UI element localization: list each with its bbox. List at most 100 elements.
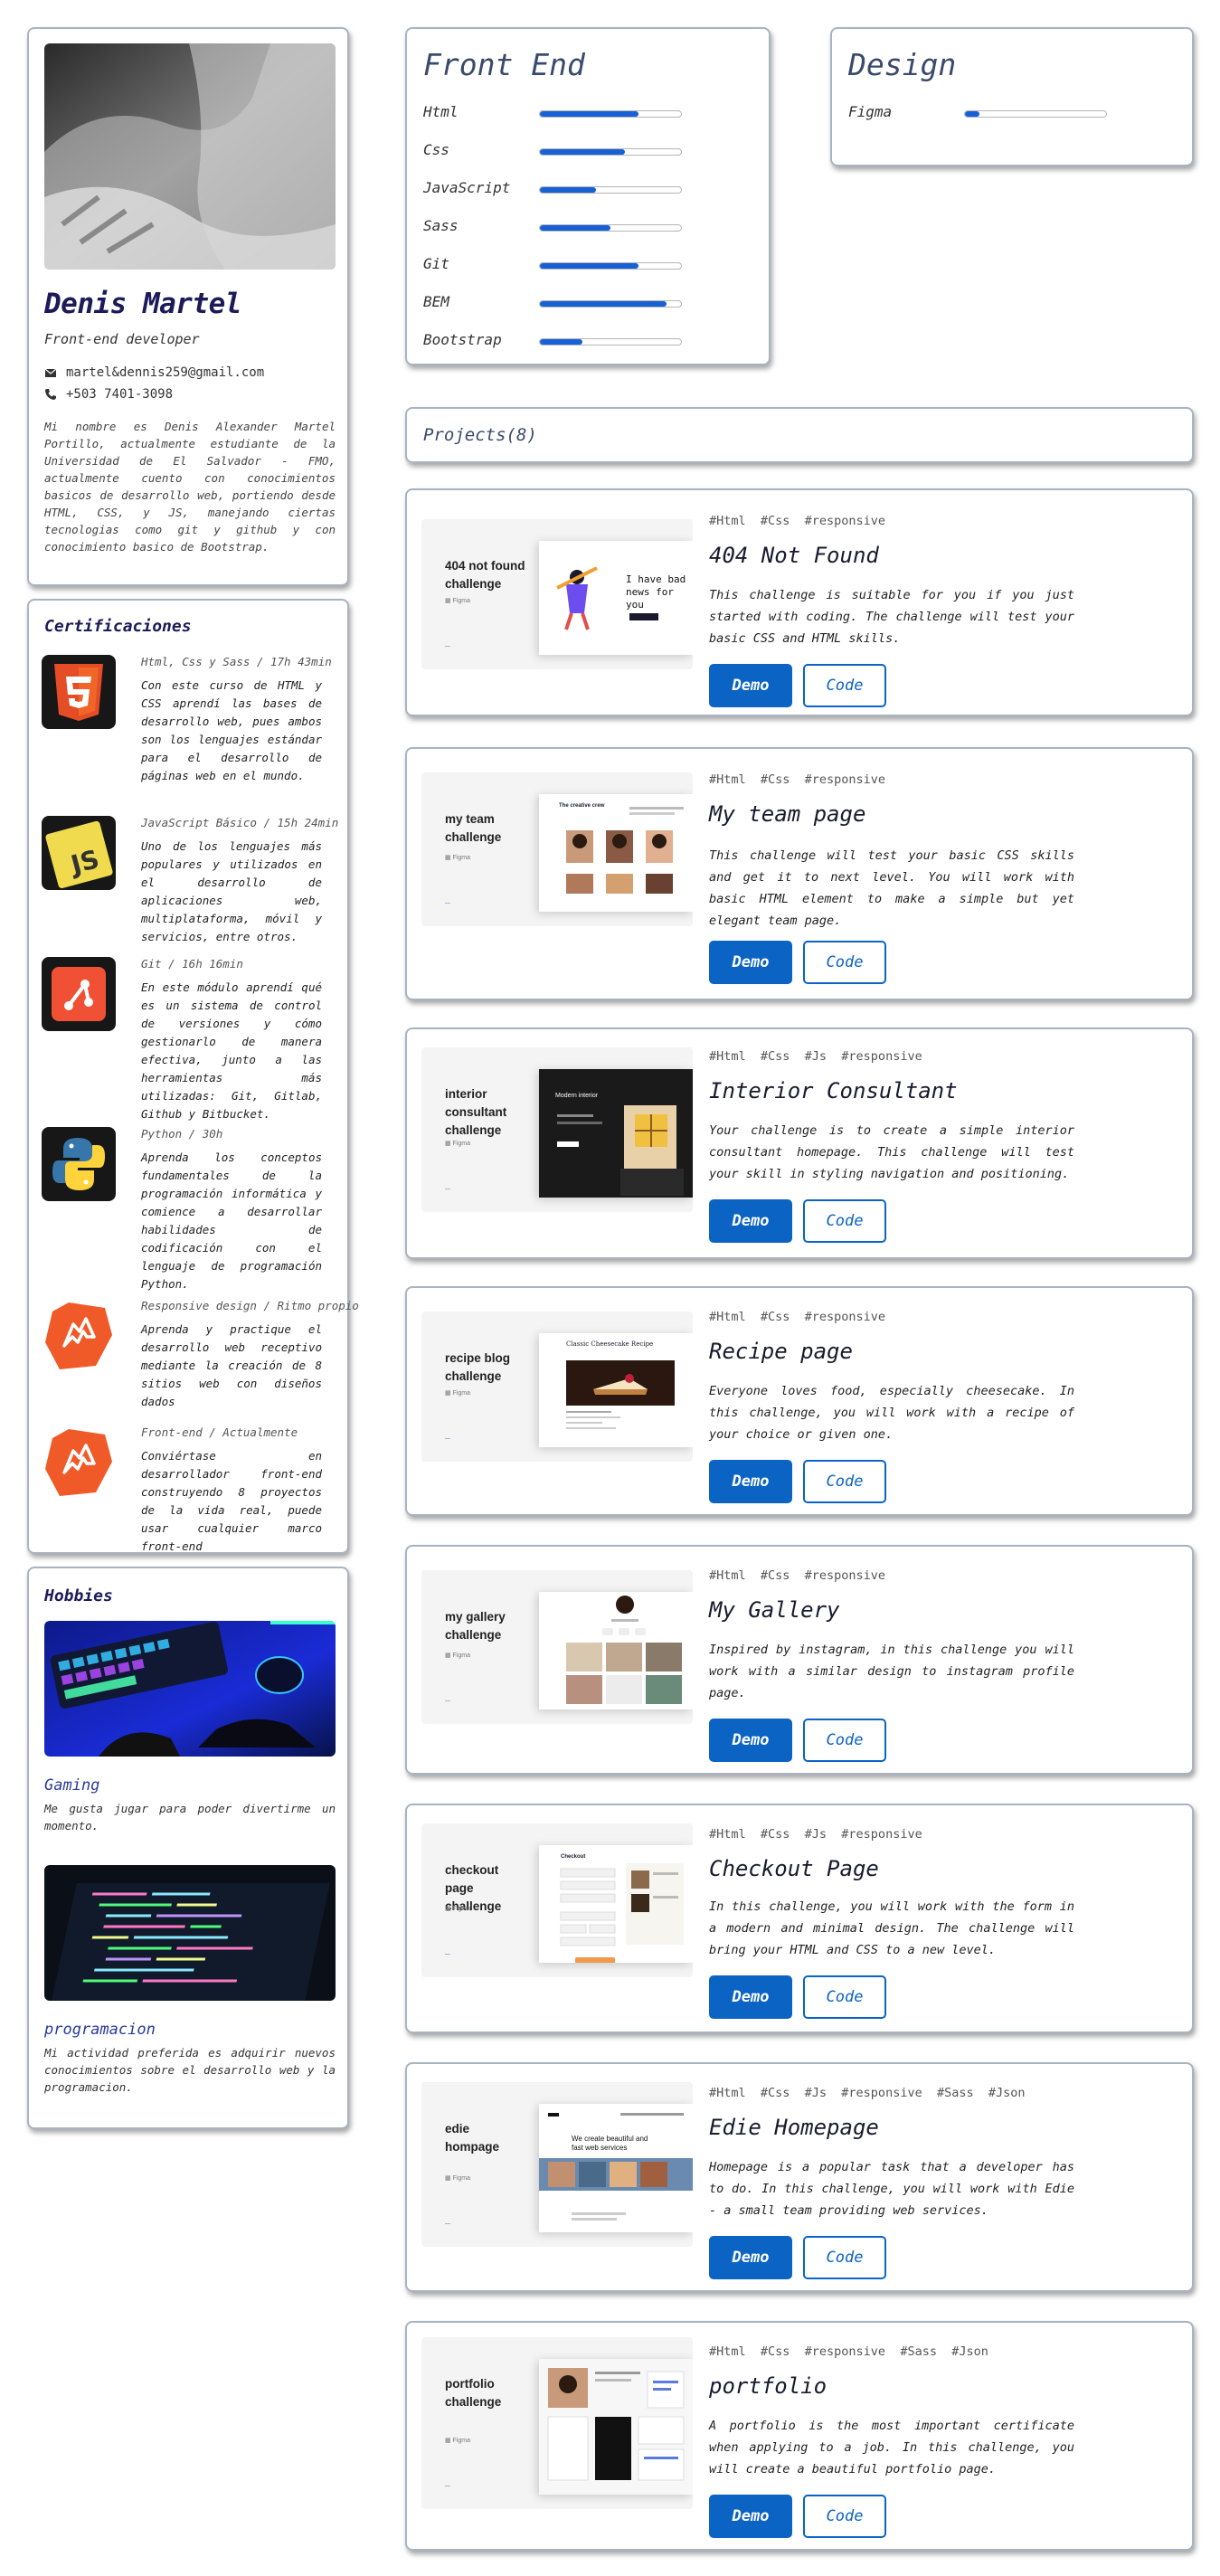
figma-icon: ▦ Figma <box>445 1653 471 1659</box>
certifications-card: Certificaciones Html, Css y Sass / 17h 4… <box>27 599 359 1554</box>
phone-row: +503 7401-3098 <box>44 387 173 402</box>
skill-progress-bar <box>539 224 682 232</box>
cert-item: Git / 16h 16min En este módulo aprendí q… <box>42 957 340 1121</box>
thumbnail-footer: — <box>445 1436 450 1442</box>
freecodecamp-icon <box>45 1429 112 1496</box>
project-title: Checkout Page <box>709 1856 879 1881</box>
project-card: 404 not found challenge ▦ Figma — I have ba… <box>405 488 1194 716</box>
design-title: Design <box>848 47 957 82</box>
certifications-title: Certificaciones <box>44 617 192 636</box>
skill-progress-fill <box>540 187 597 193</box>
skill-progress-fill <box>540 339 582 345</box>
thumbnail-label: edie hompage <box>445 2122 500 2154</box>
shot-caption: I have bad news for you <box>626 573 686 611</box>
code-button[interactable]: Code <box>803 2495 886 2538</box>
hobbies-card: Hobbies Gaming Me gusta jugar para poder… <box>27 1567 349 2129</box>
figma-icon: ▦ Figma <box>445 1390 471 1397</box>
skill-progress-bar <box>539 300 682 308</box>
project-title: 404 Not Found <box>709 543 879 568</box>
project-description: Homepage is a popular task that a develo… <box>709 2160 1074 2218</box>
profile-email[interactable]: martel&dennis259@gmail.com <box>66 365 264 380</box>
skill-progress-bar <box>539 262 682 270</box>
figma-icon: ▦ Figma <box>445 1906 471 1912</box>
demo-button[interactable]: Demo <box>709 1460 792 1503</box>
project-screenshot: Checkout <box>539 1845 693 1963</box>
project-screenshot: We create beautiful and fast web service… <box>539 2104 693 2232</box>
code-button[interactable]: Code <box>803 1975 886 2019</box>
skill-row-javascript: JavaScript <box>423 179 758 199</box>
code-button[interactable]: Code <box>803 941 886 984</box>
shot-caption: Checkout <box>561 1854 586 1860</box>
demo-button[interactable]: Demo <box>709 2236 792 2279</box>
skill-progress-fill <box>540 225 610 231</box>
demo-button[interactable]: Demo <box>709 1975 792 2019</box>
thumbnail-label: recipe blog challenge <box>445 1351 511 1383</box>
profile-name: Denis Martel <box>44 288 241 320</box>
project-title: Recipe page <box>709 1339 853 1364</box>
skill-row-bem: BEM <box>423 293 758 313</box>
project-title: portfolio <box>709 2373 828 2399</box>
thumbnail-footer: — <box>445 1952 450 1957</box>
skill-row-figma: Figma <box>848 103 1183 123</box>
project-thumbnail: recipe blog challenge ▦ Figma — Classic Che… <box>421 1312 693 1462</box>
skill-name: BEM <box>423 293 449 310</box>
skill-row-sass: Sass <box>423 217 758 237</box>
project-card: portfolio challenge ▦ Figma — #Html #Css #r… <box>405 2321 1194 2551</box>
hobbies-title: Hobbies <box>44 1586 113 1605</box>
thumbnail-footer: — <box>445 644 450 649</box>
demo-button[interactable]: Demo <box>709 941 792 984</box>
project-screenshot: Modern interior <box>539 1069 693 1198</box>
skill-name: Figma <box>848 103 893 120</box>
project-tags: #Html #Css #responsive <box>709 1568 886 1583</box>
skill-name: Bootstrap <box>423 331 502 348</box>
code-button[interactable]: Code <box>803 1719 886 1762</box>
html5-icon <box>42 655 116 729</box>
demo-button[interactable]: Demo <box>709 2495 792 2538</box>
git-icon <box>42 957 116 1031</box>
skill-name: Css <box>423 141 449 158</box>
project-description: Everyone loves food, especially cheeseca… <box>709 1384 1074 1442</box>
demo-button[interactable]: Demo <box>709 1719 792 1762</box>
js-icon: JS <box>42 816 116 890</box>
project-description: This challenge is suitable for you if yo… <box>709 588 1074 646</box>
code-button[interactable]: Code <box>803 1199 886 1243</box>
shot-caption: Modern interior <box>555 1093 599 1099</box>
profile-card: Denis Martel Front-end developer martel&… <box>27 27 349 586</box>
project-thumbnail: interior consultant challenge ▦ Figma — Mod… <box>421 1047 693 1212</box>
demo-button[interactable]: Demo <box>709 664 792 707</box>
cert-description: En este módulo aprendí qué es un sistema… <box>141 980 322 1121</box>
demo-button[interactable]: Demo <box>709 1199 792 1243</box>
project-thumbnail: my team challenge ▦ Figma — The creative cr… <box>421 772 693 926</box>
frontend-title: Front End <box>423 47 585 82</box>
profile-phone[interactable]: +503 7401-3098 <box>66 387 173 402</box>
project-card: checkout page challenge ▦ Figma — Checkout #… <box>405 1804 1194 2033</box>
skill-name: JavaScript <box>423 179 511 196</box>
thumbnail-label: my team challenge <box>445 812 502 844</box>
hobby-title-programming: programacion <box>44 2021 156 2039</box>
projects-count: Projects(8) <box>423 425 537 445</box>
project-tags: #Html #Css #responsive <box>709 514 886 528</box>
project-tags: #Html #Css #Js #responsive <box>709 1049 922 1064</box>
code-button[interactable]: Code <box>803 664 886 707</box>
code-button[interactable]: Code <box>803 2236 886 2279</box>
cert-item: JS JavaScript Básico / 15h 24min Uno de … <box>42 816 340 943</box>
profile-bio: Mi nombre es Denis Alexander Martel Port… <box>44 420 336 554</box>
shot-caption: Classic Cheesecake Recipe <box>566 1340 654 1348</box>
cert-description: Aprenda y practique el desarrollo web re… <box>141 1322 322 1408</box>
cert-description: Uno de los lenguajes más populares y uti… <box>141 839 322 943</box>
thumbnail-label: my gallery challenge <box>445 1610 506 1642</box>
cert-heading: Front-end / Actualmente <box>141 1425 298 1439</box>
freecodecamp-icon <box>45 1302 112 1369</box>
cert-item: Responsive design / Ritmo propio Aprenda… <box>42 1299 359 1416</box>
project-screenshot: Classic Cheesecake Recipe <box>539 1333 693 1447</box>
gaming-image <box>44 1621 336 1757</box>
project-tags: #Html #Css #responsive <box>709 772 886 787</box>
skill-progress-bar <box>539 110 682 118</box>
profile-photo <box>44 43 336 270</box>
cert-item: Front-end / Actualmente Conviértase en d… <box>42 1425 340 1553</box>
figma-icon: ▦ Figma <box>445 1141 471 1147</box>
email-row: martel&dennis259@gmail.com <box>44 365 264 380</box>
project-tags: #Html #Css #Js #responsive <box>709 1827 922 1842</box>
skill-progress-fill <box>540 149 625 155</box>
code-button[interactable]: Code <box>803 1460 886 1503</box>
